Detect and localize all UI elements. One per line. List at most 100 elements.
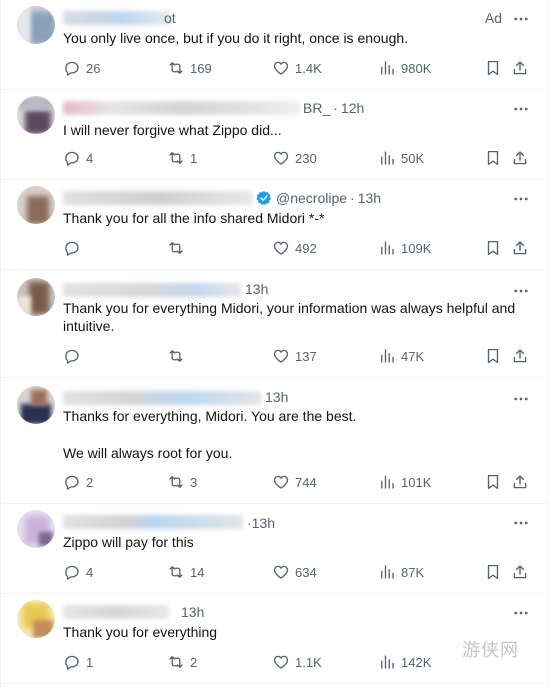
tweet-6[interactable]: ·13h Zippo will pay for this 4 14 634 87… bbox=[1, 504, 549, 594]
reply-icon bbox=[65, 565, 79, 580]
watermark-text: 游侠网 bbox=[462, 640, 519, 661]
watermark-logo: 游侠网 bbox=[462, 636, 544, 676]
avatar[interactable] bbox=[17, 510, 55, 548]
avatar[interactable] bbox=[17, 278, 55, 316]
heart-icon bbox=[273, 349, 289, 363]
like-button[interactable]: 744 bbox=[272, 472, 317, 492]
reply-button[interactable] bbox=[63, 238, 86, 258]
like-button[interactable]: 137 bbox=[272, 346, 317, 366]
tweet-2[interactable]: BR_ · 12h I will never forgive what Zippo … bbox=[1, 90, 549, 180]
like-button[interactable]: 634 bbox=[272, 562, 317, 582]
handle[interactable]: ot bbox=[164, 10, 176, 26]
timestamp[interactable]: 13h bbox=[181, 604, 204, 620]
more-dots-icon[interactable] bbox=[512, 282, 530, 300]
like-button[interactable]: 1.1K bbox=[272, 652, 322, 672]
share-button[interactable] bbox=[511, 238, 529, 258]
more-dots-icon[interactable] bbox=[512, 10, 530, 28]
more-dots-icon[interactable] bbox=[512, 190, 530, 208]
views-button[interactable]: 101K bbox=[378, 472, 431, 492]
handle[interactable]: @necrolipe bbox=[276, 190, 347, 206]
bookmark-button[interactable] bbox=[484, 562, 502, 582]
tweet-1[interactable]: ot Ad You only live once, but if you do … bbox=[1, 0, 549, 90]
bookmark-button[interactable] bbox=[484, 472, 502, 492]
avatar[interactable] bbox=[17, 600, 55, 638]
reply-button[interactable]: 26 bbox=[63, 58, 100, 78]
retweet-button[interactable]: 14 bbox=[167, 562, 204, 582]
views-button[interactable]: 980K bbox=[378, 58, 431, 78]
views-icon bbox=[381, 475, 394, 489]
share-button[interactable] bbox=[511, 58, 529, 78]
tweet-text: You only live once, but if you do it rig… bbox=[63, 30, 409, 46]
views-button[interactable]: 109K bbox=[378, 238, 431, 258]
display-name[interactable] bbox=[63, 283, 241, 297]
handle-and-time[interactable]: @necrolipe · 13h bbox=[276, 190, 381, 206]
tweet-4[interactable]: 13h Thank you for everything Midori, you… bbox=[1, 270, 549, 378]
display-name[interactable] bbox=[63, 191, 253, 205]
heart-icon bbox=[273, 241, 289, 255]
more-dots-icon[interactable] bbox=[512, 100, 530, 118]
retweet-button[interactable]: 1 bbox=[167, 148, 197, 168]
like-button[interactable]: 1.4K bbox=[272, 58, 322, 78]
timestamp[interactable]: 13h bbox=[245, 281, 268, 297]
retweet-button[interactable]: 2 bbox=[167, 652, 197, 672]
display-name[interactable] bbox=[63, 391, 261, 405]
reply-button[interactable]: 4 bbox=[63, 148, 93, 168]
views-button[interactable]: 47K bbox=[378, 346, 424, 366]
reply-button[interactable]: 1 bbox=[63, 652, 93, 672]
bookmark-button[interactable] bbox=[484, 58, 502, 78]
share-button[interactable] bbox=[511, 148, 529, 168]
views-button[interactable]: 142K bbox=[378, 652, 431, 672]
reply-button[interactable]: 2 bbox=[63, 472, 93, 492]
avatar[interactable] bbox=[17, 6, 55, 44]
timestamp[interactable]: 12h bbox=[341, 100, 364, 116]
handle-and-time[interactable]: BR_ · 12h bbox=[303, 100, 364, 116]
timestamp[interactable]: 13h bbox=[252, 515, 275, 531]
retweet-count: 14 bbox=[190, 564, 205, 580]
tweet-actions: 26 169 1.4K 980K bbox=[63, 58, 533, 78]
avatar[interactable] bbox=[17, 386, 55, 424]
timestamp-row[interactable]: ·13h bbox=[247, 515, 275, 531]
retweet-button[interactable] bbox=[167, 238, 190, 258]
display-name[interactable] bbox=[63, 11, 171, 25]
more-dots-icon[interactable] bbox=[512, 514, 530, 532]
display-name[interactable] bbox=[63, 515, 243, 529]
retweet-button[interactable] bbox=[167, 346, 190, 366]
views-button[interactable]: 50K bbox=[378, 148, 424, 168]
tweet-text: I will never forgive what Zippo did... bbox=[63, 122, 282, 138]
view-count: 142K bbox=[401, 654, 432, 670]
more-dots-icon[interactable] bbox=[512, 390, 530, 408]
display-name[interactable] bbox=[63, 101, 301, 115]
share-button[interactable] bbox=[511, 472, 529, 492]
display-name[interactable] bbox=[63, 605, 169, 619]
views-button[interactable]: 87K bbox=[378, 562, 424, 582]
like-button[interactable]: 230 bbox=[272, 148, 317, 168]
retweet-button[interactable]: 3 bbox=[167, 472, 197, 492]
timestamp[interactable]: 13h bbox=[265, 389, 288, 405]
avatar[interactable] bbox=[17, 96, 55, 134]
retweet-count: 169 bbox=[190, 60, 212, 76]
bookmark-button[interactable] bbox=[484, 238, 502, 258]
share-button[interactable] bbox=[511, 562, 529, 582]
heart-icon bbox=[273, 655, 289, 669]
reply-button[interactable] bbox=[63, 346, 86, 366]
retweet-button[interactable]: 169 bbox=[167, 58, 212, 78]
reply-button[interactable]: 4 bbox=[63, 562, 93, 582]
reply-icon bbox=[65, 349, 79, 364]
view-count: 109K bbox=[401, 240, 432, 256]
share-button[interactable] bbox=[511, 346, 529, 366]
timestamp[interactable]: 13h bbox=[358, 190, 381, 206]
avatar[interactable] bbox=[17, 186, 55, 224]
bookmark-button[interactable] bbox=[484, 148, 502, 168]
share-icon bbox=[513, 61, 527, 75]
more-dots-icon[interactable] bbox=[512, 604, 530, 622]
ad-badge: Ad bbox=[484, 10, 502, 26]
like-button[interactable]: 492 bbox=[272, 238, 317, 258]
reply-icon bbox=[65, 655, 79, 670]
view-count: 50K bbox=[401, 150, 425, 166]
tweet-5[interactable]: 13h Thanks for everything, Midori. You a… bbox=[1, 378, 549, 504]
view-count: 47K bbox=[401, 348, 425, 364]
retweet-icon bbox=[169, 152, 183, 164]
bookmark-button[interactable] bbox=[484, 346, 502, 366]
tweet-3[interactable]: @necrolipe · 13h Thank you for all the inf… bbox=[1, 180, 549, 270]
tweet-actions: 137 47K bbox=[63, 346, 533, 366]
